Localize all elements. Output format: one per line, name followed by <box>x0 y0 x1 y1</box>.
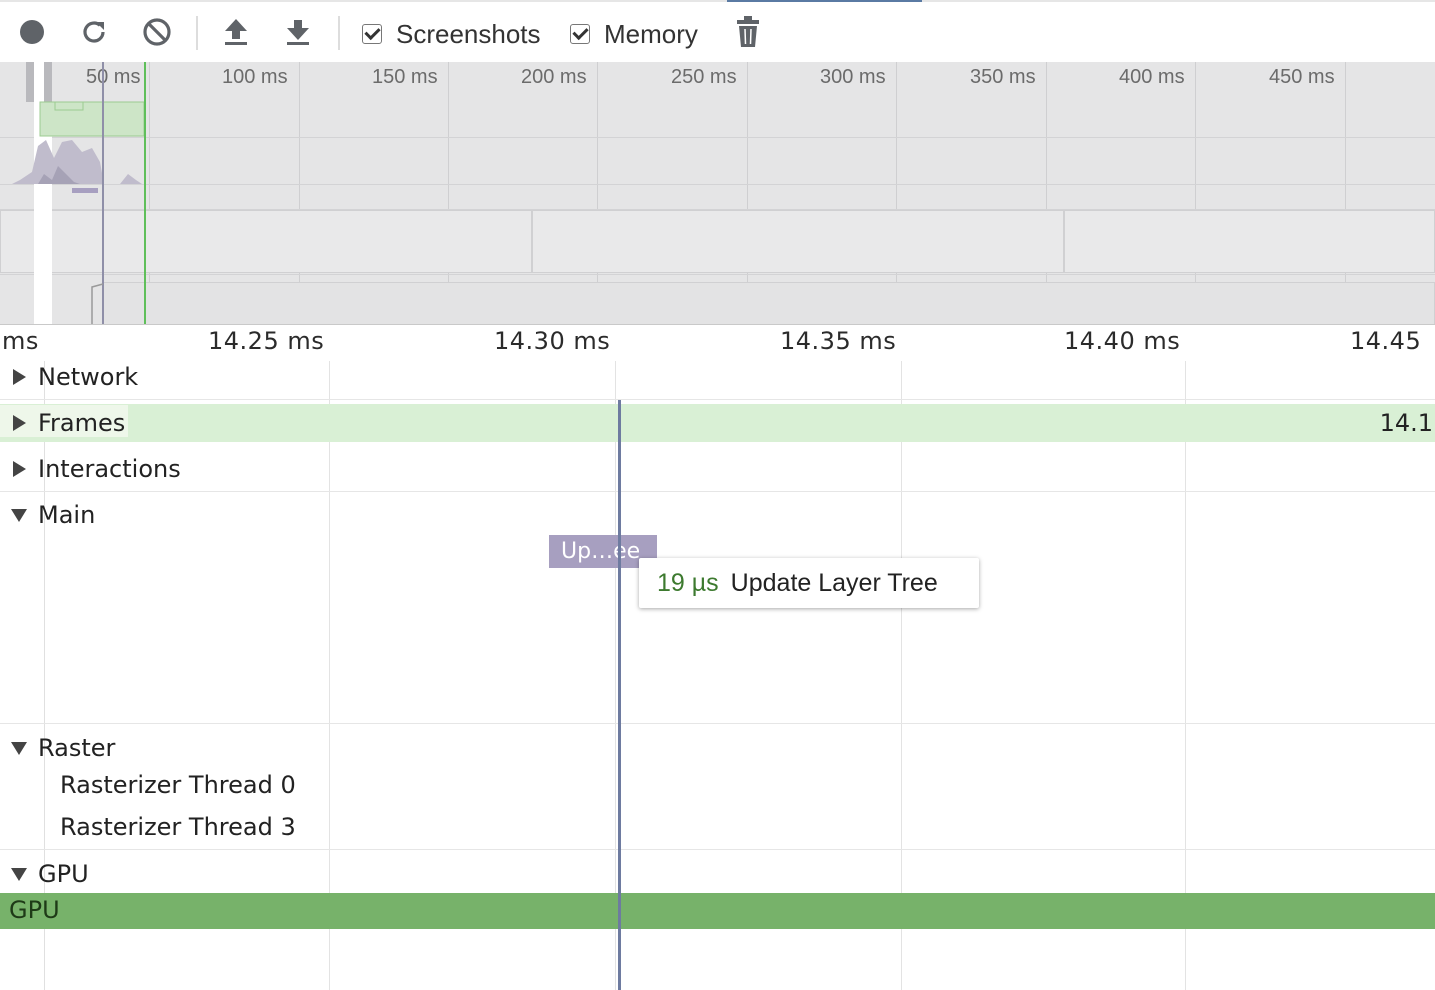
screenshots-checkbox[interactable]: Screenshots <box>362 18 541 50</box>
load-profile-button[interactable] <box>216 12 256 52</box>
track-separator <box>0 849 1435 850</box>
track-label-network: Network <box>38 363 139 391</box>
toolbar: Screenshots Memory <box>0 0 1435 62</box>
ruler-tick-label: 14.30 ms <box>494 327 611 355</box>
checkbox-checked-icon <box>362 24 382 44</box>
checkbox-checked-icon <box>570 24 590 44</box>
trash-icon <box>737 16 759 47</box>
track-interactions[interactable]: Interactions <box>0 454 181 484</box>
toolbar-divider <box>196 16 198 50</box>
gpu-event-label: GPU <box>9 896 60 924</box>
tooltip-event-name: Update Layer Tree <box>730 568 938 597</box>
track-separator <box>0 723 1435 724</box>
screenshots-label: Screenshots <box>396 18 541 49</box>
tooltip-duration: 19 µs <box>657 568 719 597</box>
overview-tick-label: 200 ms <box>521 66 587 88</box>
ruler-tick-label: ms <box>2 327 39 355</box>
record-icon <box>20 20 44 44</box>
expand-arrow-icon <box>8 366 30 388</box>
frames-track[interactable]: 14.1 <box>0 404 1435 442</box>
clear-icon <box>143 18 171 46</box>
expand-arrow-icon <box>8 458 30 480</box>
screenshot-frame <box>532 210 1064 273</box>
upload-icon <box>225 19 247 45</box>
timeline-overview[interactable]: ​ 50 ms 100 ms 150 ms 200 ms 250 ms 300 … <box>0 62 1435 325</box>
cpu-activity-graph <box>12 62 146 324</box>
screenshot-frame <box>1064 210 1435 273</box>
collapse-arrow-icon <box>8 737 30 759</box>
track-gpu[interactable]: GPU <box>0 859 89 889</box>
time-cursor-line <box>618 400 621 990</box>
overview-tick-label: 350 ms <box>970 66 1036 88</box>
ruler-tick-label: 14.45 <box>1350 327 1422 355</box>
ruler-tick-label: 14.25 ms <box>208 327 325 355</box>
frame-duration-label: 14.1 <box>1379 409 1433 437</box>
download-icon <box>287 20 309 45</box>
flame-chart[interactable]: Network 14.1 Frames Interactions Main Up… <box>0 361 1435 990</box>
save-profile-button[interactable] <box>278 12 318 52</box>
reload-icon <box>83 21 105 43</box>
clear-button[interactable] <box>137 12 177 52</box>
overview-row-separator <box>0 184 1435 185</box>
memory-graph-area <box>103 282 1435 324</box>
overview-tick-label: 400 ms <box>1119 66 1185 88</box>
toolbar-divider <box>338 16 340 50</box>
track-label-frames: Frames <box>38 409 126 437</box>
track-label-main: Main <box>38 501 96 529</box>
track-label-gpu: GPU <box>38 860 89 888</box>
memory-checkbox[interactable]: Memory <box>570 18 698 50</box>
collapse-arrow-icon <box>8 504 30 526</box>
track-rasterizer-thread-3[interactable]: Rasterizer Thread 3 <box>60 813 296 841</box>
track-rasterizer-thread-0[interactable]: Rasterizer Thread 0 <box>60 771 296 799</box>
active-tab-indicator <box>727 0 922 2</box>
reload-button[interactable] <box>74 12 114 52</box>
overview-tick-label: 250 ms <box>671 66 737 88</box>
track-separator <box>0 491 1435 492</box>
record-button[interactable] <box>12 12 52 52</box>
track-main[interactable]: Main <box>0 500 95 530</box>
memory-label: Memory <box>604 18 698 49</box>
overview-tick-label: 450 ms <box>1269 66 1335 88</box>
track-label-raster: Raster <box>38 734 116 762</box>
ruler-tick-label: 14.40 ms <box>1064 327 1181 355</box>
overview-row-separator <box>0 137 1435 138</box>
overview-tick-label: 300 ms <box>820 66 886 88</box>
expand-arrow-icon <box>8 412 30 434</box>
collect-garbage-button[interactable] <box>728 12 768 52</box>
track-separator <box>0 399 1435 400</box>
event-tooltip: 19 µs Update Layer Tree <box>639 558 979 608</box>
track-raster[interactable]: Raster <box>0 733 115 763</box>
overview-row-separator <box>0 274 1435 275</box>
track-network[interactable]: Network <box>0 362 138 392</box>
gpu-event-bar[interactable]: GPU <box>0 893 1435 929</box>
overview-tick-label: 150 ms <box>372 66 438 88</box>
track-frames[interactable]: Frames <box>0 408 125 438</box>
ruler-tick-label: 14.35 ms <box>780 327 897 355</box>
overview-tick-label: 100 ms <box>222 66 288 88</box>
track-label-interactions: Interactions <box>38 455 181 483</box>
collapse-arrow-icon <box>8 863 30 885</box>
time-ruler: ms 14.25 ms 14.30 ms 14.35 ms 14.40 ms 1… <box>0 325 1435 361</box>
